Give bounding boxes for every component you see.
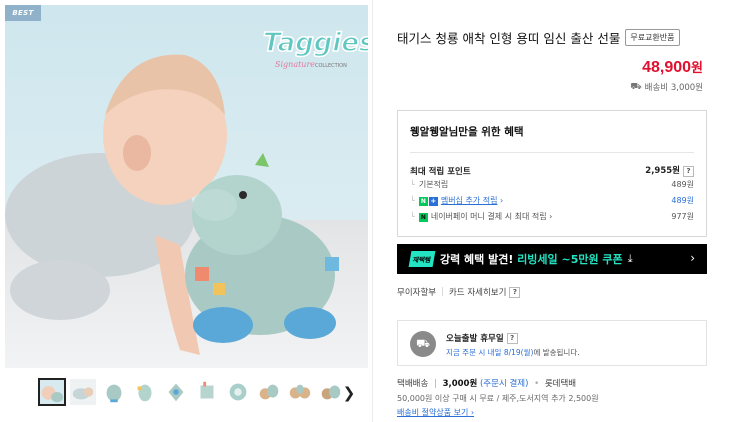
benefit-title: 웽알웽알님만을 위한 혜택: [410, 126, 524, 138]
shipping-fee-text: 배송비 3,000원: [644, 83, 703, 93]
column-divider: [372, 0, 373, 422]
membership-points-value: 489원: [671, 196, 694, 205]
thumbnail-9[interactable]: [286, 378, 314, 406]
product-price: 48,900원: [642, 57, 703, 77]
shipping-pay-info: (주문시 결제): [479, 379, 529, 389]
delivery-desc-rest: 에 발송됩니다.: [533, 348, 580, 357]
svg-text:COLLECTION: COLLECTION: [315, 63, 347, 69]
help-icon[interactable]: ?: [506, 332, 518, 344]
title-row: 태기스 청룡 애착 인형 용띠 임신 출산 선물 무료교환반품: [397, 28, 707, 47]
help-icon[interactable]: ?: [509, 286, 521, 298]
shipping-row: 택배배송 | 3,000원 (주문시 결제) • 롯데택배: [397, 379, 577, 389]
free-return-badge: 무료교환반품: [625, 29, 680, 46]
coupon-banner[interactable]: 재택템 강력 혜택 발견! 리빙세일 ~5만원 쿠폰 ⤓ ›: [397, 244, 707, 274]
benefit-box: 웽알웽알님만을 위한 혜택 최대 적립 포인트 2,955원? └ 기본적립 48…: [397, 110, 707, 237]
thumbnail-10[interactable]: [317, 378, 345, 406]
delivery-title: 오늘출발 휴무일?: [446, 332, 518, 344]
shipping-note: 50,000원 이상 구매 시 무료 / 제주,도서지역 추가 2,500원: [397, 394, 599, 403]
truck-icon: ⛟: [630, 81, 642, 92]
max-points-row: 최대 적립 포인트 2,955원?: [410, 164, 694, 177]
svg-text:Signature: Signature: [275, 60, 315, 69]
thumbnail-6[interactable]: [193, 378, 221, 406]
thumbnail-5[interactable]: [162, 378, 190, 406]
coupon-chip: 재택템: [408, 251, 436, 267]
shipping-saving-link[interactable]: 배송비 절약상품 보기 ›: [397, 407, 474, 418]
product-info: 태기스 청룡 애착 인형 용띠 임신 출산 선물 무료교환반품 48,900원 …: [397, 0, 707, 422]
naver-n-icon: N: [418, 197, 428, 206]
delivery-truck-icon: ⛟: [410, 331, 436, 357]
card-detail-link[interactable]: 카드 자세히보기: [449, 286, 506, 298]
thumbnail-4[interactable]: [131, 378, 159, 406]
download-icon: ⤓: [627, 252, 633, 265]
shipping-fee-value: 3,000원: [442, 379, 478, 389]
svg-text:Taggies: Taggies: [263, 28, 368, 58]
price-value: 48,900: [642, 59, 692, 76]
membership-points-link[interactable]: 멤버십 추가 적립: [441, 196, 498, 205]
shipping-saving-link-text: 배송비 절약상품 보기: [397, 408, 469, 417]
delivery-desc: 지금 주문 시 내일 8/19(월)에 발송됩니다.: [446, 347, 580, 358]
coupon-text-prefix: 강력 혜택 발견!: [439, 253, 518, 266]
shipping-carrier: 롯데택배: [544, 379, 577, 389]
installment-label: 무이자할부: [397, 288, 437, 298]
max-points-label: 최대 적립 포인트: [410, 166, 471, 177]
installment-row: 무이자할부 | 카드 자세히보기 ?: [397, 286, 521, 298]
thumbnail-7[interactable]: [224, 378, 252, 406]
basic-points-label: 기본적립: [418, 180, 449, 189]
thumbnail-3[interactable]: [100, 378, 128, 406]
help-icon[interactable]: ?: [683, 166, 694, 177]
basic-points-value: 489원: [671, 180, 694, 189]
price-unit: 원: [691, 60, 703, 75]
product-title: 태기스 청룡 애착 인형 용띠 임신 출산 선물: [397, 31, 621, 46]
best-badge: BEST: [5, 5, 41, 21]
coupon-text-highlight: 리빙세일 ~5만원 쿠폰: [517, 253, 623, 266]
plus-icon: +: [428, 197, 438, 206]
coupon-text: 강력 혜택 발견! 리빙세일 ~5만원 쿠폰: [440, 251, 623, 267]
chevron-right-icon: ›: [690, 251, 695, 265]
product-gallery: Taggies Signature COLLECTION BEST ❯: [0, 0, 372, 422]
membership-points-row: └ N + 멤버십 추가 적립 › 489원: [410, 196, 694, 206]
benefit-divider: [410, 152, 694, 153]
basic-points-row: └ 기본적립 489원: [410, 180, 694, 189]
shipping-fee: ⛟ 배송비 3,000원: [630, 81, 703, 94]
delivery-box: ⛟ 오늘출발 휴무일? 지금 주문 시 내일 8/19(월)에 발송됩니다.: [397, 320, 707, 366]
thumbnail-8[interactable]: [255, 378, 283, 406]
delivery-title-text: 오늘출발 휴무일: [446, 334, 504, 344]
thumbnail-2[interactable]: [69, 378, 97, 406]
chevron-right-icon[interactable]: ❯: [342, 384, 356, 402]
npay-icon: N: [418, 213, 428, 222]
main-product-image[interactable]: Taggies Signature COLLECTION: [5, 5, 368, 368]
thumbnail-1[interactable]: [38, 378, 66, 406]
thumbnail-strip: [38, 378, 345, 408]
shipping-method: 택배배송: [397, 379, 429, 389]
npay-points-value: 977원: [671, 212, 694, 221]
max-points-value: 2,955원: [645, 166, 680, 176]
npay-points-link[interactable]: 네이버페이 머니 결제 시 최대 적립: [431, 212, 547, 221]
npay-points-row: └ N 네이버페이 머니 결제 시 최대 적립 › 977원: [410, 212, 694, 222]
delivery-date: 지금 주문 시 내일 8/19(월): [446, 348, 534, 357]
